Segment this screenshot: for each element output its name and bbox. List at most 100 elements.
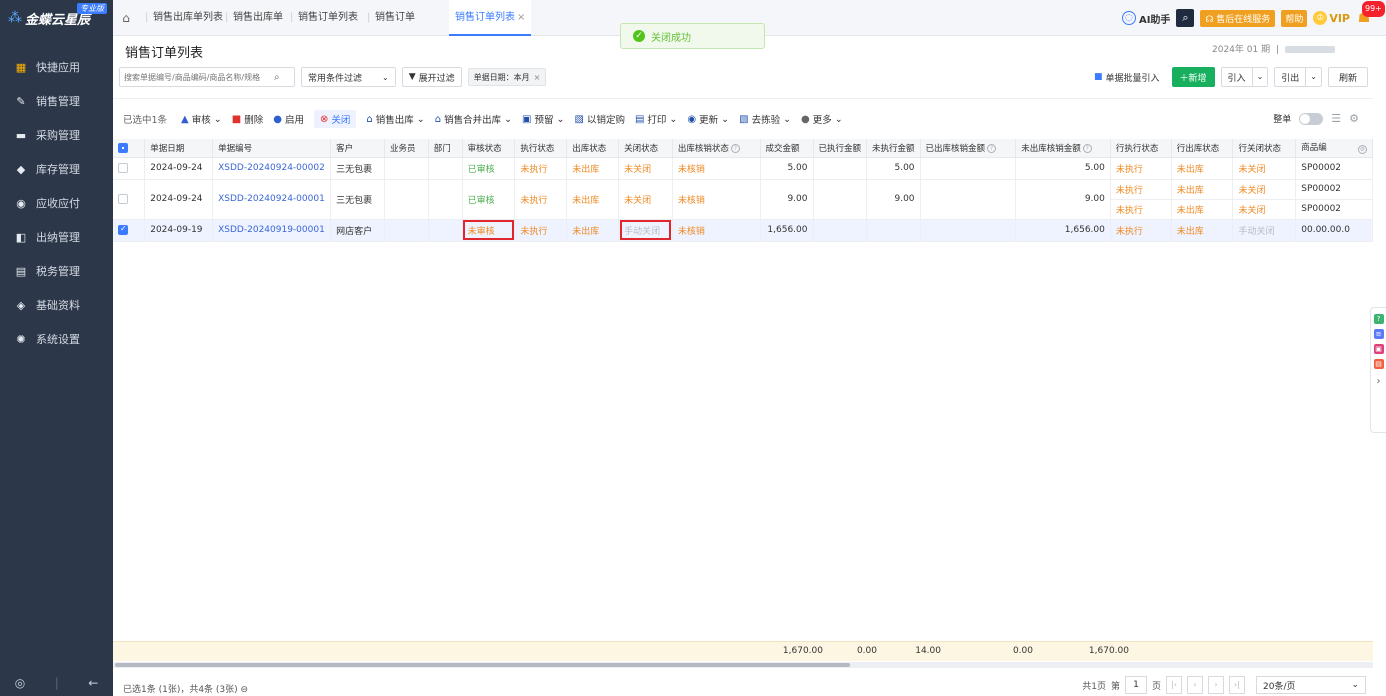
search-box[interactable]: ⌕ <box>119 67 295 87</box>
help-icon[interactable]: ? <box>1082 143 1092 153</box>
search-icon[interactable]: ⌕ <box>274 72 280 83</box>
preset-filter-select[interactable]: 常用条件过滤 ⌄ <box>301 67 396 87</box>
help-icon[interactable]: ? <box>987 143 997 153</box>
sidebar-item-receivables[interactable]: ◉ 应收应付 <box>0 186 113 220</box>
sidebar-item-master-data[interactable]: ◈ 基础资料 <box>0 288 113 322</box>
import-dropdown[interactable]: 引入 ⌄ <box>1220 67 1269 87</box>
delete-button[interactable]: ■ 删除 <box>232 112 263 127</box>
col-header[interactable]: 未执行金额 <box>866 139 921 158</box>
col-header-verified[interactable]: 已出库核销金额? <box>920 139 1017 158</box>
horizontal-scrollbar[interactable] <box>113 662 1373 668</box>
row-checkbox-cell[interactable] <box>113 179 146 220</box>
col-header-verify[interactable]: 出库核销状态? <box>672 139 761 158</box>
sidebar-item-sales[interactable]: ✎ 销售管理 <box>0 84 113 118</box>
expand-filter-button[interactable]: ▼ 展开过滤 <box>401 67 462 87</box>
tab-sales-order-list-1[interactable]: 销售订单列表 <box>290 0 358 36</box>
col-header[interactable]: 行出库状态 <box>1171 139 1234 158</box>
purchase-by-sales-button[interactable]: ▧ 以销定购 <box>574 112 624 127</box>
row-checkbox[interactable] <box>118 193 128 204</box>
tab-sales-outbound-list[interactable]: 销售出库单列表 <box>145 0 223 36</box>
col-header-code[interactable]: 商品编 ⚙ <box>1295 139 1373 158</box>
row-checkbox[interactable] <box>118 162 128 173</box>
table-row[interactable]: 2024-09-24 XSDD-20240924-00002 三无包裹 已审核 … <box>113 157 1373 180</box>
col-header[interactable]: 关闭状态 <box>618 139 673 158</box>
collapse-arrow-icon[interactable]: ← <box>88 676 98 690</box>
col-header[interactable]: 出库状态 <box>566 139 620 158</box>
sidebar-item-settings[interactable]: ✺ 系统设置 <box>0 322 113 356</box>
next-page-icon[interactable]: › <box>1208 676 1224 694</box>
col-header[interactable]: 执行状态 <box>514 139 568 158</box>
question-icon[interactable]: ? <box>1373 314 1384 324</box>
col-header[interactable]: 业务员 <box>384 139 429 158</box>
col-header[interactable]: 成交金额 <box>760 139 814 158</box>
vip-badge[interactable]: ♔ VIP <box>1313 11 1350 25</box>
tab-sales-order-list-active[interactable]: 销售订单列表 × <box>449 0 532 36</box>
col-header[interactable]: 已执行金额 <box>813 139 868 158</box>
sidebar-item-inventory[interactable]: ◆ 库存管理 <box>0 152 113 186</box>
gift-icon[interactable]: ▤ <box>1373 359 1384 369</box>
tab-sales-order[interactable]: 销售订单 <box>367 0 415 36</box>
help-button[interactable]: 帮助 <box>1281 9 1308 27</box>
col-header[interactable]: 单据日期 <box>144 139 214 158</box>
row-checkbox-cell[interactable] <box>113 219 146 242</box>
col-header-unverified[interactable]: 未出库核销金额? <box>1015 139 1111 158</box>
cell-order-no[interactable]: XSDD-20240924-00002 <box>212 157 332 180</box>
reserve-button[interactable]: ▣ 预留 ⌄ <box>522 112 564 127</box>
page-size-select[interactable]: 20条/页 ⌄ <box>1256 676 1366 694</box>
prev-page-icon[interactable]: ‹ <box>1187 676 1203 694</box>
col-header[interactable]: 审核状态 <box>462 139 516 158</box>
whole-order-toggle[interactable] <box>1299 112 1324 125</box>
more-button[interactable]: ● 更多 ⌄ <box>801 112 843 127</box>
home-icon[interactable]: ⌂ <box>119 11 133 25</box>
table-row-selected[interactable]: 2024-09-19 XSDD-20240919-00001 网店客户 未审核 … <box>113 219 1373 242</box>
list-icon[interactable]: ☰ <box>1331 112 1341 125</box>
date-filter-tag[interactable]: 单据日期：本月 × <box>467 68 547 86</box>
settings-icon[interactable]: ◎ <box>15 676 25 690</box>
chat-icon[interactable]: ≡ <box>1373 329 1384 339</box>
info-circle-icon[interactable]: ⊖ <box>241 685 249 695</box>
page-number-input[interactable]: 1 <box>1124 676 1147 694</box>
close-order-button[interactable]: ⊗ 关闭 <box>313 110 357 128</box>
sidebar-item-cashier[interactable]: ◧ 出纳管理 <box>0 220 113 254</box>
print-button[interactable]: ▤ 打印 ⌄ <box>635 112 677 127</box>
update-button[interactable]: ◉ 更新 ⌄ <box>687 112 729 127</box>
search-icon[interactable]: ⌕ <box>1176 9 1195 27</box>
settings-icon[interactable]: ⚙ <box>1358 145 1367 155</box>
search-input[interactable] <box>124 72 274 82</box>
calendar-icon[interactable]: ▣ <box>1373 344 1384 354</box>
ai-assistant-button[interactable]: ◌ AI助手 <box>1121 11 1170 26</box>
first-page-icon[interactable]: |‹ <box>1166 676 1182 694</box>
chevron-right-icon[interactable]: › <box>1377 376 1381 387</box>
refresh-button[interactable]: 刷新 <box>1327 67 1368 87</box>
enable-button[interactable]: ● 启用 <box>273 112 304 127</box>
pick-inspect-button[interactable]: ▧ 去拣验 ⌄ <box>739 112 791 127</box>
row-checkbox-checked[interactable] <box>118 224 128 235</box>
merge-outbound-button[interactable]: ⌂ 销售合并出库 ⌄ <box>435 112 512 127</box>
cell-order-no[interactable]: XSDD-20240924-00001 <box>212 179 332 220</box>
sidebar-item-purchase[interactable]: ▬ 采购管理 <box>0 118 113 152</box>
row-checkbox-cell[interactable] <box>113 157 146 180</box>
export-dropdown[interactable]: 引出 ⌄ <box>1274 67 1322 87</box>
select-all-cell[interactable] <box>113 139 146 158</box>
table-row[interactable]: 2024-09-24 XSDD-20240924-00001 三无包裹 已审核 … <box>113 179 1373 220</box>
select-all-checkbox[interactable] <box>118 142 128 153</box>
cell-order-no[interactable]: XSDD-20240919-00001 <box>212 219 332 242</box>
close-tab-icon[interactable]: × <box>517 12 525 23</box>
tab-sales-outbound[interactable]: 销售出库单 <box>225 0 283 36</box>
sidebar-item-quick-apps[interactable]: ▦ 快捷应用 <box>0 50 113 84</box>
after-sales-service-button[interactable]: ☊ 售后在线服务 <box>1200 9 1276 27</box>
scrollbar-thumb[interactable] <box>115 663 850 667</box>
close-icon[interactable]: × <box>534 73 541 82</box>
last-page-icon[interactable]: ›| <box>1229 676 1245 694</box>
new-button[interactable]: ＋新增 <box>1171 67 1215 87</box>
col-header[interactable]: 单据编号 <box>212 139 332 158</box>
sidebar-item-tax[interactable]: ▤ 税务管理 <box>0 254 113 288</box>
col-header[interactable]: 行执行状态 <box>1110 139 1172 158</box>
brand-logo[interactable]: ⁂ 金蝶云星辰 专业版 <box>0 0 113 36</box>
col-header[interactable]: 客户 <box>330 139 385 158</box>
accounting-period[interactable]: 2024年 01 期 | <box>1212 42 1335 55</box>
col-header[interactable]: 部门 <box>428 139 463 158</box>
audit-button[interactable]: ▲ 审核 ⌄ <box>181 112 222 127</box>
help-icon[interactable]: ? <box>730 143 740 153</box>
bulk-import-button[interactable]: ■ 单据批量引入 <box>1094 71 1160 84</box>
